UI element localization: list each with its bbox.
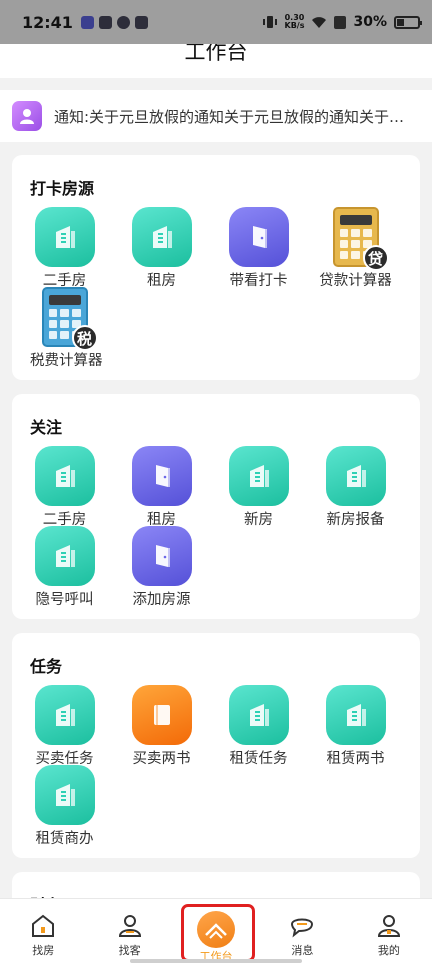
tile-lease-documents[interactable]: 租赁两书 xyxy=(307,685,404,767)
tab-mine[interactable]: 我的 xyxy=(346,899,432,964)
tile-new-home[interactable]: 新房 xyxy=(210,446,307,528)
highlight-box xyxy=(181,904,255,962)
tile-rental[interactable]: 租房 xyxy=(113,207,210,289)
notice-bar[interactable]: 通知:关于元旦放假的通知关于元旦放假的通知关于… xyxy=(0,90,432,142)
book-icon xyxy=(131,685,192,745)
vibrate-icon xyxy=(262,16,277,28)
tile-label: 租赁商办 xyxy=(35,831,94,847)
building-icon xyxy=(325,446,386,506)
tile-secondhand[interactable]: 二手房 xyxy=(16,207,113,289)
building-icon xyxy=(34,685,95,745)
person-icon xyxy=(118,915,141,937)
chat-notification-icon xyxy=(116,15,130,29)
home-indicator xyxy=(130,959,302,963)
tile-rental[interactable]: 租房 xyxy=(113,446,210,528)
tile-hidden-number-call[interactable]: 隐号呼叫 xyxy=(16,526,113,608)
loan-calculator-icon: 贷 xyxy=(326,207,389,271)
tile-label: 贷款计算器 xyxy=(319,273,392,289)
tab-find-house[interactable]: 找房 xyxy=(0,899,86,964)
tile-label: 添加房源 xyxy=(132,592,191,608)
profile-icon xyxy=(377,915,400,937)
loan-badge: 贷 xyxy=(362,245,389,271)
tile-label: 租房 xyxy=(147,273,176,289)
tile-secondhand[interactable]: 二手房 xyxy=(16,446,113,528)
tile-sale-task[interactable]: 买卖任务 xyxy=(16,685,113,767)
notice-text: 通知:关于元旦放假的通知关于元旦放假的通知关于… xyxy=(54,107,405,126)
building-icon xyxy=(34,765,95,825)
door-icon xyxy=(131,526,192,586)
tile-label: 带看打卡 xyxy=(229,273,288,289)
tile-label: 买卖两书 xyxy=(132,751,191,767)
tile-tax-calculator[interactable]: 税 税费计算器 xyxy=(16,287,113,369)
door-icon xyxy=(228,207,289,267)
tile-label: 税费计算器 xyxy=(30,353,103,369)
tile-label: 租赁任务 xyxy=(229,751,288,767)
tile-label: 隐号呼叫 xyxy=(35,592,94,608)
door-icon xyxy=(131,446,192,506)
section-title: 任务 xyxy=(30,657,63,676)
section-title: 关注 xyxy=(30,418,63,437)
building-icon xyxy=(325,685,386,745)
notice-person-icon xyxy=(12,101,42,131)
section-tasks: 任务 买卖任务 买卖两书 租赁任务 租赁两书 租赁商办 xyxy=(12,633,420,858)
home-icon xyxy=(32,914,55,937)
tile-label: 新房报备 xyxy=(326,512,385,528)
header: 工作台 xyxy=(0,44,432,78)
app-notification-icon xyxy=(134,15,148,29)
app-notification-icon xyxy=(80,15,94,29)
tab-label: 消息 xyxy=(291,944,314,957)
section-checkin-listings: 打卡房源 二手房 租房 带看打卡 贷 贷款计算器 税 税费计算器 xyxy=(12,155,420,380)
tile-lease-commercial[interactable]: 租赁商办 xyxy=(16,765,113,847)
building-icon xyxy=(34,446,95,506)
status-bar: 12:41 0.30 KB/s 30% xyxy=(0,0,432,44)
tax-calculator-icon: 税 xyxy=(35,287,98,351)
tile-new-home-report[interactable]: 新房报备 xyxy=(307,446,404,528)
status-time: 12:41 xyxy=(22,12,73,32)
building-icon xyxy=(34,526,95,586)
battery-percent: 30% xyxy=(353,14,387,30)
tile-lease-task[interactable]: 租赁任务 xyxy=(210,685,307,767)
speed-unit: KB/s xyxy=(284,21,305,30)
tile-label: 新房 xyxy=(244,512,273,528)
tax-badge: 税 xyxy=(71,325,98,351)
signal-off-icon xyxy=(334,15,347,29)
building-icon xyxy=(228,685,289,745)
wifi-icon xyxy=(312,17,327,28)
building-icon xyxy=(228,446,289,506)
tile-sale-documents[interactable]: 买卖两书 xyxy=(113,685,210,767)
section-title: 打卡房源 xyxy=(30,179,95,198)
page-title: 工作台 xyxy=(184,44,248,64)
building-icon xyxy=(34,207,95,267)
battery-icon xyxy=(394,15,422,29)
tile-viewing-checkin[interactable]: 带看打卡 xyxy=(210,207,307,289)
network-speed: 0.30 KB/s xyxy=(285,14,305,30)
mail-notification-icon xyxy=(98,15,112,29)
building-icon xyxy=(131,207,192,267)
message-icon xyxy=(291,918,314,938)
section-follow: 关注 二手房 租房 新房 新房报备 隐号呼叫 添加房源 xyxy=(12,394,420,619)
tile-add-listing[interactable]: 添加房源 xyxy=(113,526,210,608)
tile-label: 租赁两书 xyxy=(326,751,385,767)
tab-label: 找客 xyxy=(118,944,141,957)
tab-find-client[interactable]: 找客 xyxy=(86,899,172,964)
tab-messages[interactable]: 消息 xyxy=(259,899,345,964)
tab-label: 找房 xyxy=(32,944,55,957)
tile-loan-calculator[interactable]: 贷 贷款计算器 xyxy=(307,207,404,289)
tab-label: 我的 xyxy=(377,944,400,957)
